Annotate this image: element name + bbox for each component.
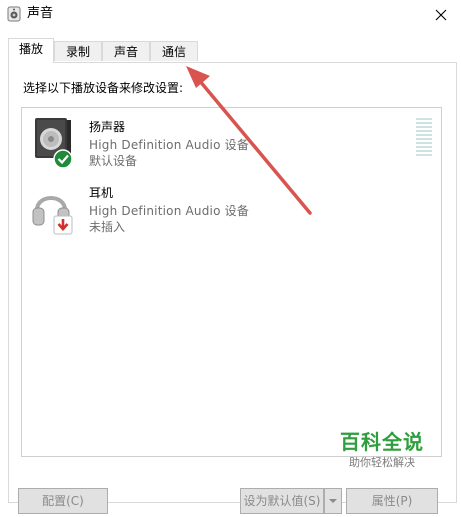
watermark: 百科全说 助你轻松解决 [332,430,432,470]
properties-button[interactable]: 属性(P) [346,488,438,514]
device-description: High Definition Audio 设备 [89,204,250,218]
tab-communications[interactable]: 通信 [150,41,198,61]
close-icon [435,9,447,21]
set-default-dropdown[interactable] [324,488,342,514]
set-default-button[interactable]: 设为默认值(S) [240,488,324,514]
instruction-text: 选择以下播放设备来修改设置: [23,81,184,95]
configure-button[interactable]: 配置(C) [18,488,108,514]
tab-label: 通信 [161,45,186,59]
device-list[interactable]: 扬声器 High Definition Audio 设备 默认设备 耳机 Hig… [21,107,442,457]
device-description: High Definition Audio 设备 [89,138,250,152]
volume-level-meter [416,118,432,160]
tab-label: 录制 [65,45,90,59]
green-check-badge-icon [53,149,73,169]
device-item-speakers[interactable]: 扬声器 High Definition Audio 设备 默认设备 [22,112,432,176]
device-name: 耳机 [89,186,114,200]
headphones-device-icon [32,196,73,235]
speaker-device-icon [35,118,73,169]
chevron-down-icon [329,499,337,503]
device-name: 扬声器 [89,120,126,134]
tab-playback[interactable]: 播放 [8,38,54,63]
title-bar: 声音 [0,0,461,30]
window-title: 声音 [27,6,54,21]
tab-recording[interactable]: 录制 [54,41,102,61]
device-status: 未插入 [89,220,126,234]
tab-sounds[interactable]: 声音 [102,41,150,61]
red-down-arrow-badge-icon [53,215,73,235]
watermark-title: 百科全说 [340,430,424,454]
device-item-headphones[interactable]: 耳机 High Definition Audio 设备 未插入 [22,178,402,242]
close-button[interactable] [421,0,461,30]
device-status: 默认设备 [89,154,138,168]
tab-label: 声音 [113,45,138,59]
speaker-icon [7,6,21,22]
tab-label: 播放 [18,42,43,56]
watermark-subtitle: 助你轻松解决 [349,456,415,469]
